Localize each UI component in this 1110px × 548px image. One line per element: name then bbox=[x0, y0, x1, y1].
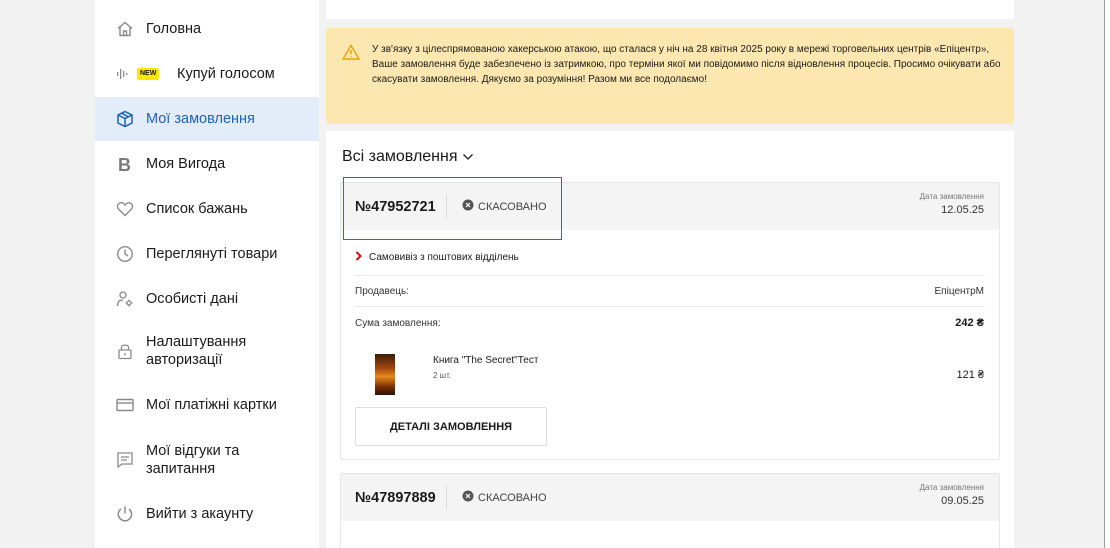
status-text: СКАСОВАНО bbox=[478, 491, 547, 504]
sidebar-item-personal[interactable]: Особисті дані bbox=[95, 277, 319, 321]
sidebar-item-label: Купуй голосом bbox=[177, 66, 275, 82]
orders-panel: Всі замовлення №47952721 СКАСОВАНО Дата … bbox=[326, 131, 1014, 548]
seller-name: ЕпіцентрМ bbox=[934, 286, 984, 297]
orders-filter-dropdown[interactable]: Всі замовлення bbox=[342, 148, 474, 166]
sidebar-item-logout[interactable]: Вийти з акаунту bbox=[95, 492, 319, 536]
sidebar-item-viewed[interactable]: Переглянуті товари bbox=[95, 232, 319, 276]
sidebar-item-cards[interactable]: Мої платіжні картки bbox=[95, 383, 319, 427]
sidebar-item-label: Список бажань bbox=[146, 201, 248, 217]
chevron-right-icon bbox=[355, 251, 362, 264]
sidebar-item-orders[interactable]: Мої замовлення bbox=[95, 97, 319, 141]
sidebar-item-reviews[interactable]: Мої відгуки та запитання bbox=[95, 430, 319, 490]
sidebar-item-label: Мої замовлення bbox=[146, 111, 255, 127]
product-price: 121 ₴ bbox=[956, 369, 984, 381]
order-details-button[interactable]: ДЕТАЛІ ЗАМОВЛЕННЯ bbox=[355, 407, 547, 446]
power-icon bbox=[115, 504, 135, 524]
sidebar-item-label: Головна bbox=[146, 21, 202, 37]
order-sum: 242 ₴ bbox=[955, 317, 984, 329]
highlight-box bbox=[343, 177, 562, 240]
clock-icon bbox=[115, 244, 135, 264]
product-quantity: 2 шт. bbox=[433, 371, 452, 380]
warning-icon bbox=[341, 44, 361, 65]
chat-icon bbox=[115, 450, 135, 470]
delivery-text: Самовивіз з поштових відділень bbox=[369, 252, 519, 263]
home-icon bbox=[115, 19, 135, 39]
sidebar-item-wishlist[interactable]: Список бажань bbox=[95, 187, 319, 231]
box-icon bbox=[115, 109, 135, 129]
order-card: №47897889 СКАСОВАНО Дата замовлення 09.0… bbox=[340, 473, 1000, 548]
sidebar-item-label: Переглянуті товари bbox=[146, 246, 278, 262]
chevron-down-icon bbox=[462, 148, 474, 166]
heart-icon bbox=[115, 199, 135, 219]
window-edge bbox=[1104, 0, 1110, 548]
seller-label: Продавець: bbox=[355, 286, 409, 297]
new-badge: NEW bbox=[137, 68, 160, 80]
sidebar-item-label: Налаштування авторизації bbox=[146, 334, 247, 368]
voice-icon bbox=[115, 64, 135, 84]
warning-alert: У зв'язку з цілеспрямованою хакерською а… bbox=[326, 28, 1014, 124]
order-date: 09.05.25 bbox=[941, 495, 984, 507]
sidebar-item-label: Мої відгуки та запитання bbox=[146, 443, 240, 477]
sidebar: Головна NEW Купуй голосом Мої замовлення… bbox=[95, 0, 319, 548]
card-icon bbox=[115, 395, 135, 415]
sidebar-item-vygoda[interactable]: B Моя Вигода bbox=[95, 142, 319, 186]
order-number: №47897889 bbox=[355, 490, 436, 506]
sidebar-item-label: Моя Вигода bbox=[146, 156, 226, 172]
order-date-label: Дата замовлення bbox=[919, 192, 984, 201]
status-badge: СКАСОВАНО bbox=[462, 490, 547, 505]
sidebar-item-label: Особисті дані bbox=[146, 291, 239, 307]
sidebar-item-auth-settings[interactable]: Налаштування авторизації bbox=[95, 322, 319, 380]
b-letter-icon: B bbox=[115, 154, 135, 174]
sum-label: Сума замовлення: bbox=[355, 318, 441, 329]
delivery-method: Самовивіз з поштових відділень bbox=[355, 251, 519, 264]
order-header[interactable]: №47897889 СКАСОВАНО Дата замовлення 09.0… bbox=[341, 474, 999, 521]
product-name[interactable]: Книга "The Secret"Тест bbox=[433, 355, 538, 366]
alert-text: У зв'язку з цілеспрямованою хакерською а… bbox=[372, 44, 1001, 85]
lock-icon bbox=[115, 341, 135, 361]
divider bbox=[355, 275, 985, 276]
order-card: №47952721 СКАСОВАНО Дата замовлення 12.0… bbox=[340, 177, 1000, 460]
cancel-circle-icon bbox=[462, 490, 474, 505]
product-image[interactable] bbox=[375, 354, 395, 395]
divider bbox=[355, 306, 985, 307]
orders-title: Всі замовлення bbox=[342, 148, 458, 165]
top-card bbox=[326, 0, 1014, 19]
sidebar-item-voice[interactable]: NEW Купуй голосом bbox=[95, 52, 319, 96]
svg-text:B: B bbox=[118, 155, 131, 173]
order-date-label: Дата замовлення bbox=[919, 483, 984, 492]
user-gear-icon bbox=[115, 289, 135, 309]
divider bbox=[446, 485, 447, 510]
sidebar-item-label: Вийти з акаунту bbox=[146, 506, 254, 522]
sidebar-item-label: Мої платіжні картки bbox=[146, 397, 277, 413]
sidebar-item-home[interactable]: Головна bbox=[95, 7, 319, 51]
order-date: 12.05.25 bbox=[941, 204, 984, 216]
